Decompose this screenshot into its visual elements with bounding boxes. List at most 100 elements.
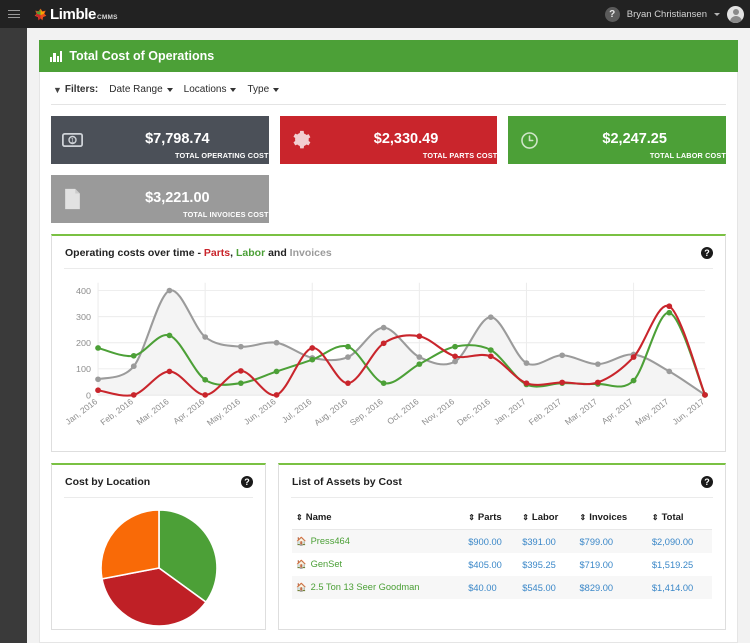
svg-text:May, 2017: May, 2017 — [633, 396, 671, 427]
home-icon: 🏠 — [296, 536, 307, 546]
limble-leaf-icon — [34, 8, 47, 21]
filter-date-range[interactable]: Date Range — [109, 84, 173, 95]
cell-invoices[interactable]: $719.00 — [575, 553, 647, 576]
svg-text:Apr, 2017: Apr, 2017 — [600, 396, 636, 426]
asset-name-link[interactable]: Press464 — [311, 536, 350, 546]
column-header-total[interactable]: ⇕ Total — [647, 507, 712, 530]
column-label: Parts — [477, 512, 502, 523]
table-row[interactable]: 🏠 Press464 $900.00 $391.00 $799.00 $2,090… — [292, 529, 712, 553]
kpi-total-labor-cost[interactable]: $2,247.25 TOTAL LABOR COST — [508, 116, 727, 164]
filter-type[interactable]: Type — [247, 84, 280, 95]
asset-name-link[interactable]: 2.5 Ton 13 Seer Goodman — [311, 582, 420, 592]
cell-name[interactable]: 🏠 GenSet — [292, 553, 464, 576]
column-header-parts[interactable]: ⇕ Parts — [464, 507, 519, 530]
money-bill-icon: 1 — [51, 133, 93, 147]
navbar-right: ? Bryan Christiansen — [604, 5, 750, 23]
svg-text:400: 400 — [76, 286, 91, 296]
svg-text:1: 1 — [70, 138, 74, 145]
column-header-name[interactable]: ⇕ Name — [292, 507, 465, 530]
sort-icon: ⇕ — [296, 513, 303, 522]
home-icon: 🏠 — [296, 559, 307, 569]
cell-total[interactable]: $1,519.25 — [648, 553, 712, 576]
filter-locations[interactable]: Locations — [184, 84, 237, 95]
table-card-header: List of Assets by Cost ? — [279, 465, 725, 488]
cell-parts[interactable]: $40.00 — [464, 576, 519, 599]
chart-title: Operating costs over time - Parts, Labor… — [65, 247, 332, 259]
bottom-row: Cost by Location ? List of Assets by Cos… — [51, 463, 726, 630]
page-header: Total Cost of Operations — [39, 40, 738, 72]
svg-text:Dec, 2016: Dec, 2016 — [455, 396, 492, 427]
kpi-row-spacer — [280, 175, 726, 223]
kpi-total-parts-cost[interactable]: $2,330.49 TOTAL PARTS COST — [279, 116, 498, 164]
kpi-value: $3,221.00 — [145, 190, 210, 206]
cell-invoices[interactable]: $799.00 — [575, 529, 648, 553]
help-icon[interactable]: ? — [701, 247, 713, 259]
divider — [51, 104, 726, 105]
hamburger-icon[interactable] — [0, 0, 28, 28]
page-title: Total Cost of Operations — [69, 49, 215, 63]
left-sidebar — [0, 28, 27, 643]
svg-text:Apr, 2016: Apr, 2016 — [171, 396, 207, 426]
brand-name: Limble — [50, 5, 96, 23]
kpi-total-operating-cost[interactable]: 1 $7,798.74 TOTAL OPERATING COST — [51, 116, 269, 164]
cell-labor[interactable]: $391.00 — [518, 529, 576, 553]
column-label: Name — [305, 512, 332, 523]
chevron-down-icon[interactable] — [714, 12, 720, 16]
divider — [291, 497, 713, 498]
legend-parts: Parts — [203, 247, 231, 259]
filter-date-range-label: Date Range — [109, 84, 163, 95]
table-row[interactable]: 🏠 GenSet $405.00 $395.25 $719.00 $1,519.2… — [292, 553, 712, 576]
column-header-labor[interactable]: ⇕ Labor — [518, 507, 576, 530]
cell-parts[interactable]: $405.00 — [464, 553, 518, 576]
svg-text:Oct, 2016: Oct, 2016 — [385, 396, 421, 426]
kpi-body: $7,798.74 TOTAL OPERATING COST — [93, 131, 269, 160]
brand-logo[interactable]: Limble CMMS — [34, 6, 118, 23]
table-header-row: ⇕ Name ⇕ Parts ⇕ Labor ⇕ Invoices ⇕ Total — [292, 507, 712, 530]
gear-icon — [280, 130, 322, 150]
cell-name[interactable]: 🏠 Press464 — [292, 529, 465, 553]
bar-chart-icon — [50, 50, 63, 62]
sort-icon: ⇕ — [651, 513, 659, 522]
kpi-body: $2,330.49 TOTAL PARTS COST — [322, 131, 498, 160]
filter-locations-label: Locations — [183, 84, 227, 95]
kpi-row-secondary: $3,221.00 TOTAL INVOICES COST — [51, 175, 726, 223]
cell-labor[interactable]: $545.00 — [518, 576, 576, 599]
help-icon[interactable]: ? — [701, 476, 713, 488]
kpi-label: TOTAL LABOR COST — [649, 151, 727, 160]
kpi-row-primary: 1 $7,798.74 TOTAL OPERATING COST $2,330.… — [51, 116, 727, 164]
filter-type-label: Type — [247, 84, 270, 95]
chart-title-prefix: Operating costs over time - — [65, 247, 204, 259]
page-body: ▼ Filters: Date Range Locations Type 1 $… — [39, 72, 738, 643]
cell-total[interactable]: $1,414.00 — [647, 576, 712, 599]
svg-text:Nov, 2016: Nov, 2016 — [420, 396, 457, 427]
cell-total[interactable]: $2,090.00 — [647, 529, 712, 553]
help-icon[interactable]: ? — [241, 476, 253, 488]
pie-slice[interactable] — [99, 509, 160, 580]
help-icon[interactable]: ? — [604, 6, 620, 22]
filters-label: Filters: — [64, 84, 99, 95]
cell-labor[interactable]: $395.25 — [518, 553, 575, 576]
avatar[interactable] — [727, 5, 744, 23]
kpi-label: TOTAL PARTS COST — [422, 151, 498, 160]
chevron-down-icon — [273, 87, 280, 92]
cell-invoices[interactable]: $829.00 — [575, 576, 648, 599]
user-name[interactable]: Bryan Christiansen — [627, 9, 707, 20]
cost-by-location-card: Cost by Location ? — [51, 463, 266, 630]
main-content: Total Cost of Operations ▼ Filters: Date… — [27, 28, 750, 643]
table-row[interactable]: 🏠 2.5 Ton 13 Seer Goodman $40.00 $545.00 … — [292, 576, 712, 599]
pie-chart — [52, 498, 265, 629]
top-navbar: Limble CMMS ? Bryan Christiansen — [0, 0, 750, 28]
asset-name-link[interactable]: GenSet — [311, 559, 343, 569]
svg-text:Feb, 2016: Feb, 2016 — [98, 396, 135, 427]
kpi-total-invoices-cost[interactable]: $3,221.00 TOTAL INVOICES COST — [51, 175, 269, 223]
assets-table: ⇕ Name ⇕ Parts ⇕ Labor ⇕ Invoices ⇕ Total 🏠 Pr… — [292, 507, 712, 599]
kpi-label: TOTAL OPERATING COST — [174, 151, 269, 160]
legend-invoices: Invoices — [289, 247, 332, 259]
column-label: Invoices — [589, 512, 628, 523]
cell-parts[interactable]: $900.00 — [464, 529, 519, 553]
kpi-value: $7,798.74 — [145, 131, 210, 147]
clock-icon — [508, 131, 550, 150]
column-header-invoices[interactable]: ⇕ Invoices — [575, 507, 648, 530]
cell-name[interactable]: 🏠 2.5 Ton 13 Seer Goodman — [292, 576, 465, 599]
column-label: Total — [661, 512, 684, 523]
